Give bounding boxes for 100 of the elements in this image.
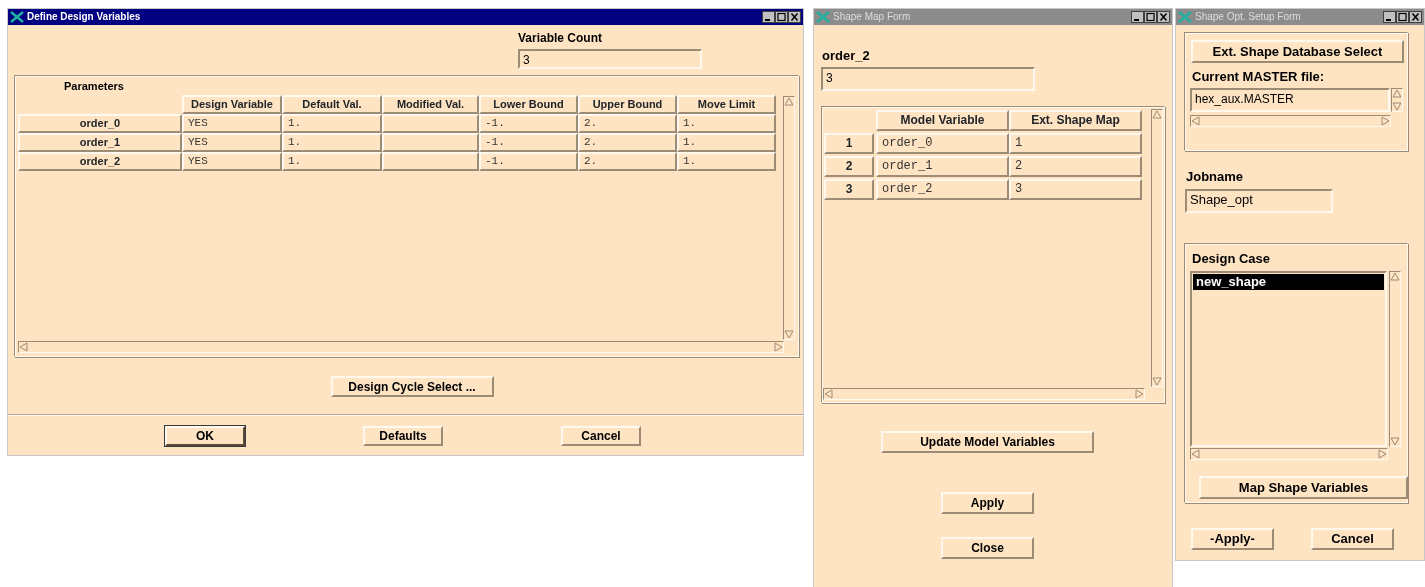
dialog-button[interactable]: -Apply-	[1191, 528, 1274, 550]
dialog-button[interactable]: Cancel	[1311, 528, 1394, 550]
list-label: Design Case	[1192, 252, 1272, 266]
scroll-left-arrow-icon	[1191, 449, 1200, 459]
maximize-button[interactable]	[775, 11, 788, 23]
close-button[interactable]	[1157, 11, 1170, 23]
map-shape-variables-button[interactable]: Map Shape Variables	[1199, 476, 1408, 499]
table-cell[interactable]: 2	[1009, 156, 1142, 177]
x-logo-icon	[1178, 11, 1192, 23]
dialog-button[interactable]: OK	[165, 426, 245, 446]
scroll-left-arrow-icon	[824, 389, 833, 399]
table-cell[interactable]: -1.	[479, 152, 578, 171]
maximize-button[interactable]	[1144, 11, 1157, 23]
vertical-scrollbar[interactable]	[783, 96, 795, 340]
horizontal-scrollbar[interactable]	[823, 388, 1145, 400]
row-header[interactable]: order_0	[18, 114, 182, 133]
horizontal-scrollbar[interactable]	[18, 341, 784, 353]
scroll-up-arrow-icon	[1392, 89, 1402, 98]
vertical-scrollbar[interactable]	[1151, 109, 1163, 387]
table-cell[interactable]: YES	[182, 133, 282, 152]
field-label: order_2	[822, 49, 871, 63]
table-cell[interactable]: -1.	[479, 133, 578, 152]
scroll-down-arrow-icon	[1390, 437, 1400, 446]
ext-shape-database-select-button[interactable]: Ext. Shape Database Select	[1191, 40, 1404, 63]
column-header[interactable]: Upper Bound	[578, 95, 677, 114]
field-label: Current MASTER file:	[1192, 70, 1326, 84]
table-cell[interactable]	[382, 133, 479, 152]
column-header[interactable]: Move Limit	[677, 95, 776, 114]
scroll-down-arrow-icon	[784, 330, 794, 339]
scroll-right-arrow-icon	[774, 342, 783, 352]
window-title: Shape Opt. Setup Form	[1195, 12, 1302, 22]
row-header[interactable]: 1	[824, 133, 874, 154]
table-cell[interactable]: order_2	[876, 179, 1009, 200]
table-cell[interactable]: -1.	[479, 114, 578, 133]
scroll-left-arrow-icon	[1191, 116, 1200, 126]
column-header[interactable]: Modified Val.	[382, 95, 479, 114]
x-logo-icon	[10, 11, 24, 23]
dialog-button[interactable]: Cancel	[561, 426, 641, 446]
design-cycle-select-button[interactable]: Design Cycle Select ...	[330, 376, 494, 397]
list-item[interactable]: new_shape	[1193, 274, 1384, 290]
table-cell[interactable]: YES	[182, 152, 282, 171]
row-header[interactable]: order_2	[18, 152, 182, 171]
input-field[interactable]: 3	[821, 67, 1035, 91]
scroll-down-arrow-icon	[1152, 377, 1162, 386]
field-label: Jobname	[1186, 170, 1245, 184]
panel-title: Parameters	[64, 79, 125, 93]
scroll-right-arrow-icon	[1381, 116, 1390, 126]
table-cell[interactable]: 1.	[677, 152, 776, 171]
window-title: Define Design Variables	[27, 12, 142, 22]
scroll-left-arrow-icon	[19, 342, 28, 352]
dialog-button[interactable]: Close	[941, 537, 1034, 559]
jobname-field[interactable]: Shape_opt	[1185, 189, 1333, 213]
horizontal-scrollbar[interactable]	[1190, 115, 1391, 127]
scroll-up-arrow-icon	[1390, 272, 1400, 281]
close-button[interactable]	[788, 11, 801, 23]
dialog-button[interactable]: Apply	[941, 492, 1034, 514]
scroll-down-arrow-icon	[1392, 102, 1402, 111]
master-file-field[interactable]: hex_aux.MASTER	[1190, 88, 1390, 112]
x-logo-icon	[816, 11, 830, 23]
scroll-up-arrow-icon	[784, 97, 794, 106]
table-cell[interactable]: 2.	[578, 114, 677, 133]
row-header[interactable]: 3	[824, 179, 874, 200]
dialog-button[interactable]: Defaults	[363, 426, 443, 446]
column-header[interactable]: Lower Bound	[479, 95, 578, 114]
column-header[interactable]: Model Variable	[876, 110, 1009, 131]
minimize-button[interactable]	[1131, 11, 1144, 23]
close-button[interactable]	[1409, 11, 1422, 23]
horizontal-scrollbar[interactable]	[1190, 448, 1388, 460]
table-cell[interactable]	[382, 152, 479, 171]
maximize-button[interactable]	[1396, 11, 1409, 23]
scroll-up-arrow-icon	[1152, 110, 1162, 119]
scroll-right-arrow-icon	[1135, 389, 1144, 399]
minimize-button[interactable]	[762, 11, 775, 23]
column-header[interactable]: Design Variable	[182, 95, 282, 114]
table-cell[interactable]: YES	[182, 114, 282, 133]
vertical-scrollbar[interactable]	[1391, 88, 1403, 112]
minimize-button[interactable]	[1383, 11, 1396, 23]
table-cell[interactable]: 1.	[677, 114, 776, 133]
scroll-right-arrow-icon	[1378, 449, 1387, 459]
column-header[interactable]: Default Val.	[282, 95, 382, 114]
row-header[interactable]: 2	[824, 156, 874, 177]
table-cell[interactable]: 2.	[578, 133, 677, 152]
table-cell[interactable]	[382, 114, 479, 133]
table-cell[interactable]: 1.	[282, 152, 382, 171]
table-cell[interactable]: 2.	[578, 152, 677, 171]
row-header[interactable]: order_1	[18, 133, 182, 152]
column-header[interactable]: Ext. Shape Map	[1009, 110, 1142, 131]
table-cell[interactable]: 1.	[677, 133, 776, 152]
table-cell[interactable]: 1.	[282, 114, 382, 133]
vertical-scrollbar[interactable]	[1389, 271, 1401, 447]
title-bar[interactable]: Define Design Variables	[8, 9, 803, 25]
table-cell[interactable]: 1	[1009, 133, 1142, 154]
field-label: Variable Count	[518, 31, 604, 45]
update-model-variables-button[interactable]: Update Model Variables	[881, 431, 1094, 453]
table-cell[interactable]: 1.	[282, 133, 382, 152]
table-cell[interactable]: order_0	[876, 133, 1009, 154]
table-cell[interactable]: 3	[1009, 179, 1142, 200]
window-title: Shape Map Form	[833, 12, 912, 22]
variable-count-field[interactable]: 3	[518, 49, 702, 69]
table-cell[interactable]: order_1	[876, 156, 1009, 177]
